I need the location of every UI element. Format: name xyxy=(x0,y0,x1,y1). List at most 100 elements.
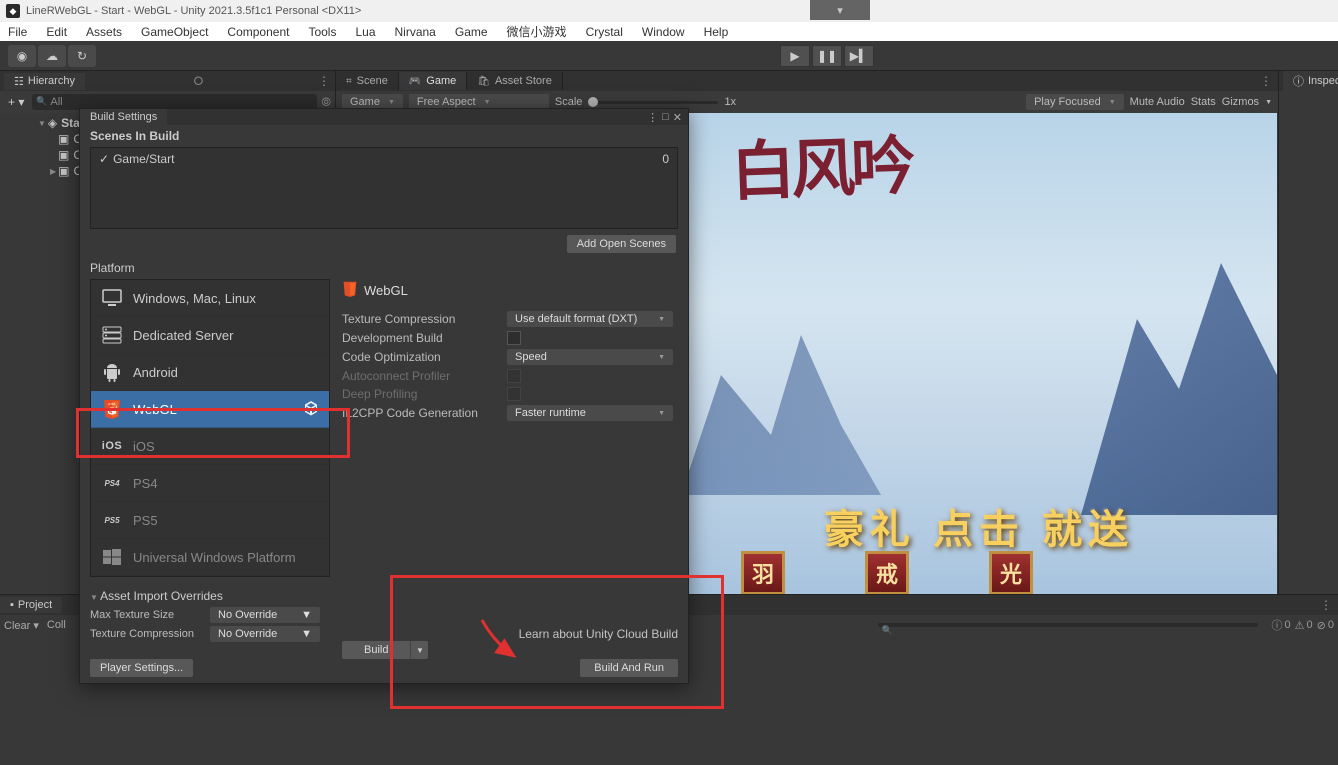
platform-ps4[interactable]: PS4 PS4 xyxy=(91,465,329,502)
dropdown-label: No Override xyxy=(218,609,277,621)
menu-tools[interactable]: Tools xyxy=(308,25,336,39)
hierarchy-tab[interactable]: ☷ Hierarchy xyxy=(4,73,85,90)
platform-android[interactable]: Android xyxy=(91,354,329,391)
close-icon[interactable]: ✕ xyxy=(673,111,682,124)
menu-wechat[interactable]: 微信小游戏 xyxy=(507,23,567,40)
platform-ps5[interactable]: PS5 PS5 xyxy=(91,502,329,539)
menu-crystal[interactable]: Crystal xyxy=(586,25,623,39)
step-button[interactable]: ▶▍ xyxy=(844,45,874,67)
code-optimization-dropdown[interactable]: Speed▼ xyxy=(507,349,673,365)
platform-uwp[interactable]: Universal Windows Platform xyxy=(91,539,329,576)
scene-icon: ⌗ xyxy=(346,76,352,87)
game-tab[interactable]: 🎮Game xyxy=(399,72,467,90)
error-count[interactable]: ⊘0 xyxy=(1317,619,1334,632)
scale-value: 1x xyxy=(724,96,736,108)
panel-menu-icon[interactable]: ⋮ xyxy=(1314,598,1338,612)
titlebar-dropdown-icon[interactable]: ▾ xyxy=(810,0,870,20)
menubar: File Edit Assets GameObject Component To… xyxy=(0,22,1338,41)
overrides-title[interactable]: Asset Import Overrides xyxy=(90,589,330,603)
dropdown-label: Play Focused xyxy=(1034,96,1101,108)
game-title-art: 白风吟 xyxy=(729,115,912,213)
menu-nirvana[interactable]: Nirvana xyxy=(395,25,436,39)
max-texture-size-dropdown[interactable]: No Override▼ xyxy=(210,607,320,623)
game-reward-button[interactable]: 戒 xyxy=(865,551,909,595)
platform-dedicated-server[interactable]: Dedicated Server xyxy=(91,317,329,354)
development-build-checkbox[interactable] xyxy=(507,331,521,345)
texture-compression-override-dropdown[interactable]: No Override▼ xyxy=(210,626,320,642)
history-icon[interactable]: ↻ xyxy=(68,45,96,67)
menu-lua[interactable]: Lua xyxy=(355,25,375,39)
platform-label: Platform xyxy=(90,261,330,275)
stats-toggle[interactable]: Stats xyxy=(1191,96,1216,108)
menu-component[interactable]: Component xyxy=(227,25,289,39)
deep-profiling-checkbox xyxy=(507,387,521,401)
dropdown-label: Free Aspect xyxy=(417,96,476,108)
player-settings-button[interactable]: Player Settings... xyxy=(90,659,193,677)
slider-knob[interactable] xyxy=(588,97,598,107)
menu-edit[interactable]: Edit xyxy=(46,25,67,39)
project-search-input[interactable] xyxy=(878,623,1258,627)
il2cpp-dropdown[interactable]: Faster runtime▼ xyxy=(507,405,673,421)
build-and-run-button[interactable]: Build And Run xyxy=(580,659,678,677)
account-icon[interactable]: ◉ xyxy=(8,45,36,67)
panel-menu-icon[interactable]: ⋮ xyxy=(318,74,331,88)
game-reward-button[interactable]: 羽 xyxy=(741,551,785,595)
menu-assets[interactable]: Assets xyxy=(86,25,122,39)
platform-windows[interactable]: Windows, Mac, Linux xyxy=(91,280,329,317)
scene-tab[interactable]: ⌗ Scene xyxy=(336,72,399,90)
caret-icon[interactable]: ▶ xyxy=(50,167,56,176)
gizmos-toggle[interactable]: Gizmos xyxy=(1222,96,1259,108)
dropdown-label: Game xyxy=(350,96,380,108)
menu-file[interactable]: File xyxy=(8,25,27,39)
menu-gameobject[interactable]: GameObject xyxy=(141,25,208,39)
texture-compression-dropdown[interactable]: Use default format (DXT)▼ xyxy=(507,311,673,327)
warning-count[interactable]: ⚠0 xyxy=(1295,619,1313,632)
menu-game[interactable]: Game xyxy=(455,25,488,39)
add-open-scenes-button[interactable]: Add Open Scenes xyxy=(567,235,676,253)
game-icon: 🎮 xyxy=(409,76,421,87)
pause-button[interactable]: ❚❚ xyxy=(812,45,842,67)
lock-icon[interactable]: ⭘ xyxy=(194,74,204,89)
platform-settings: WebGL Texture Compression Use default fo… xyxy=(342,261,678,677)
platform-ios[interactable]: iOS iOS xyxy=(91,428,329,465)
cloud-build-link[interactable]: Learn about Unity Cloud Build xyxy=(342,627,678,641)
caret-icon[interactable]: ▼ xyxy=(38,119,46,128)
titlebar: ◆ LineRWebGL - Start - WebGL - Unity 202… xyxy=(0,0,1338,22)
scenes-list[interactable]: ✓ Game/Start 0 xyxy=(90,147,678,229)
mute-audio-toggle[interactable]: Mute Audio xyxy=(1130,96,1185,108)
deep-profiling-label: Deep Profiling xyxy=(342,387,507,401)
platform-label: Android xyxy=(133,365,178,380)
inspector-tab-label: Inspect xyxy=(1308,75,1338,87)
clear-button[interactable]: Clear ▾ xyxy=(4,619,39,632)
game-reward-button[interactable]: 光 xyxy=(989,551,1033,595)
chevron-down-icon: ▼ xyxy=(1109,99,1116,106)
scene-tab-label: Scene xyxy=(357,75,388,87)
menu-window[interactable]: Window xyxy=(642,25,685,39)
build-dropdown-caret[interactable]: ▼ xyxy=(410,641,428,659)
panel-menu-icon[interactable]: ⋮ xyxy=(647,111,658,124)
chevron-down-icon[interactable]: ▼ xyxy=(1265,99,1272,106)
play-button[interactable]: ▶ xyxy=(780,45,810,67)
play-focused-dropdown[interactable]: Play Focused ▼ xyxy=(1026,94,1124,110)
info-count[interactable]: ⓘ0 xyxy=(1272,617,1291,633)
dropdown-label: Speed xyxy=(515,351,547,363)
build-settings-tab[interactable]: Build Settings xyxy=(80,109,167,125)
collapse-button[interactable]: Coll xyxy=(47,619,66,631)
menu-help[interactable]: Help xyxy=(704,25,729,39)
inspector-tab[interactable]: ⓘ Inspect xyxy=(1283,71,1338,91)
scale-slider[interactable] xyxy=(588,101,718,104)
project-tab[interactable]: ▪ Project xyxy=(0,597,62,613)
html5-icon: HTML xyxy=(101,398,123,420)
build-button[interactable]: Build xyxy=(342,641,410,659)
development-build-label: Development Build xyxy=(342,331,507,345)
cloud-icon[interactable]: ☁ xyxy=(38,45,66,67)
game-art: 白风吟 豪礼 点击 就送 羽 戒 光 xyxy=(681,113,1277,595)
gameobject-icon: ▣ xyxy=(58,164,69,178)
hierarchy-add-button[interactable]: + ▾ xyxy=(4,95,28,109)
asset-store-tab[interactable]: 🛍Asset Store xyxy=(467,72,563,90)
maximize-icon[interactable]: □ xyxy=(662,111,669,124)
panel-menu-icon[interactable]: ⋮ xyxy=(1254,74,1278,88)
scene-entry[interactable]: ✓ Game/Start 0 xyxy=(99,152,669,166)
autoconnect-profiler-label: Autoconnect Profiler xyxy=(342,369,507,383)
platform-webgl[interactable]: HTML WebGL xyxy=(91,391,329,428)
